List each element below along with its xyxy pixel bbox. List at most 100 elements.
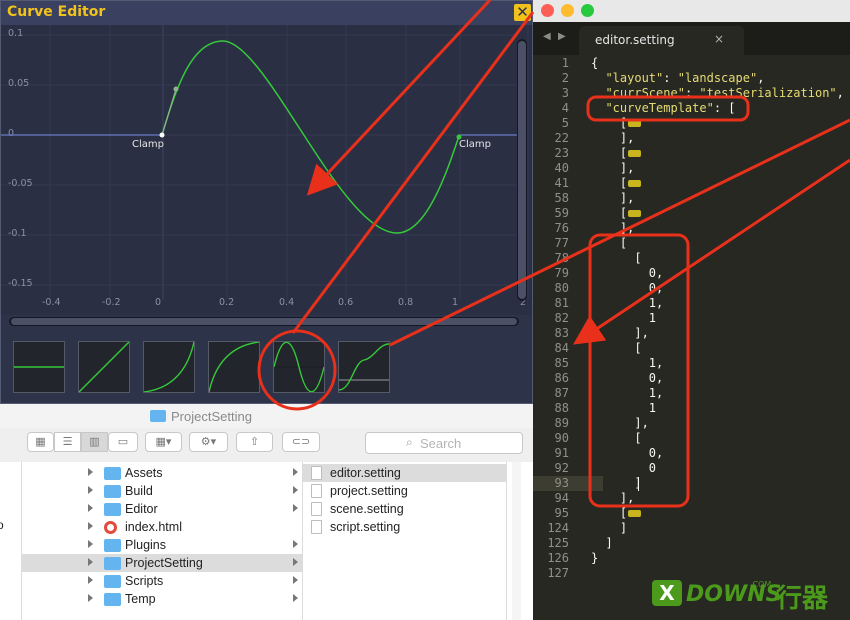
list-item[interactable]: Build (22, 482, 302, 500)
code-line[interactable]: [ (591, 341, 641, 356)
punctuation-token: : (684, 86, 700, 100)
code-line[interactable]: [ (591, 506, 642, 521)
back-arrow-icon[interactable]: ◀ (543, 31, 551, 42)
ease-in-preset[interactable] (143, 341, 195, 393)
code-line[interactable]: 1, (591, 356, 663, 371)
code-line[interactable]: [ (591, 251, 641, 266)
code-line[interactable]: { (591, 56, 598, 71)
list-item[interactable]: project.setting (303, 482, 506, 500)
code-line[interactable]: ] (591, 536, 612, 551)
folder-icon (104, 485, 121, 498)
code-line[interactable]: } (591, 551, 598, 566)
list-item[interactable]: editor.setting (303, 464, 506, 482)
code-line[interactable]: [ (591, 176, 642, 191)
sine-steep-preset[interactable] (338, 341, 390, 393)
fold-marker-icon[interactable] (628, 120, 642, 127)
zoom-window-button[interactable] (581, 4, 594, 17)
string-token: "currScene" (605, 86, 685, 100)
list-view-button[interactable]: ☰ (54, 432, 81, 452)
vertical-scrollbar[interactable] (517, 39, 527, 301)
line-number: 126 (547, 551, 569, 565)
horizontal-scroll-thumb[interactable] (11, 318, 517, 325)
punctuation-token: : [ (713, 101, 736, 115)
curve-plot-area[interactable]: 0.1 0.05 0 -0.05 -0.1 -0.15 -0.4 -0.2 0 0.2 0.4 0.… (1, 25, 532, 315)
column-view-icon: ▥ (89, 435, 100, 448)
tangent-handle[interactable] (173, 86, 179, 92)
code-line[interactable]: "layout": "landscape", (591, 71, 764, 86)
list-item[interactable]: Editor (22, 500, 302, 518)
code-line[interactable]: 0 (591, 461, 656, 476)
code-editor-titlebar[interactable] (533, 0, 850, 22)
code-line[interactable]: 1, (591, 296, 663, 311)
code-line[interactable]: "currScene": "testSerialization", (591, 86, 843, 101)
code-line[interactable]: ] (591, 521, 627, 536)
code-line[interactable]: ], (591, 221, 634, 236)
code-line[interactable]: ], (591, 326, 648, 341)
column-view-button[interactable]: ▥ (81, 432, 108, 452)
list-item[interactable]: Plugins (22, 536, 302, 554)
list-item[interactable]: Scripts (22, 572, 302, 590)
code-line[interactable]: 0, (591, 281, 663, 296)
keyframe-start[interactable] (159, 132, 165, 138)
ease-out-preset[interactable] (208, 341, 260, 393)
tab-editor-setting[interactable]: editor.setting × (579, 26, 744, 55)
tag-button[interactable]: ⊂⊃ (282, 432, 320, 452)
code-line[interactable]: [ (591, 146, 642, 161)
column-divider[interactable] (506, 462, 507, 620)
code-line[interactable]: 0, (591, 266, 663, 281)
code-line[interactable]: ], (591, 191, 634, 206)
list-item[interactable]: index.html (22, 518, 302, 536)
line-number: 41 (554, 176, 569, 190)
close-window-button[interactable] (541, 4, 554, 17)
code-line[interactable]: ] (591, 476, 641, 491)
constant-preset[interactable] (13, 341, 65, 393)
fold-marker-icon[interactable] (628, 150, 642, 157)
list-item[interactable]: script.setting (303, 518, 506, 536)
horizontal-scrollbar[interactable] (9, 317, 519, 326)
code-line[interactable]: 0, (591, 446, 663, 461)
code-line[interactable]: ], (591, 131, 634, 146)
item-label: Editor (125, 502, 158, 516)
minimize-window-button[interactable] (561, 4, 574, 17)
y-tick-label: -0.15 (8, 278, 33, 289)
line-number: 40 (554, 161, 569, 175)
code-line[interactable]: [ (591, 116, 642, 131)
fold-marker-icon[interactable] (628, 180, 642, 187)
list-item[interactable]: scene.setting (303, 500, 506, 518)
code-line[interactable]: "curveTemplate": [ (591, 101, 736, 116)
forward-arrow-icon[interactable]: ▶ (558, 31, 566, 42)
code-line[interactable]: ], (591, 416, 648, 431)
icon-view-button[interactable]: ▦ (27, 432, 54, 452)
finder-titlebar[interactable]: ProjectSetting (0, 404, 533, 428)
share-button[interactable]: ⇧ (236, 432, 273, 452)
code-line[interactable]: [ (591, 431, 641, 446)
list-item[interactable]: Assets (22, 464, 302, 482)
search-box[interactable]: ⌕ (365, 432, 523, 454)
code-line[interactable]: [ (591, 206, 642, 221)
vertical-scroll-thumb[interactable] (518, 41, 526, 299)
coverflow-view-button[interactable]: ▭ (108, 432, 138, 452)
sine-preset[interactable] (273, 341, 325, 393)
disclosure-arrow-icon (293, 504, 298, 512)
code-line[interactable]: ], (591, 161, 634, 176)
fold-marker-icon[interactable] (628, 210, 642, 217)
close-button[interactable]: ✕ (514, 4, 531, 21)
code-line[interactable]: 1 (591, 401, 656, 416)
code-line[interactable]: [ (591, 236, 627, 251)
arrange-button[interactable]: ▦▾ (145, 432, 182, 452)
code-line[interactable]: 0, (591, 371, 663, 386)
column-scrollbar[interactable] (512, 462, 521, 620)
linear-preset[interactable] (78, 341, 130, 393)
line-number: 58 (554, 191, 569, 205)
code-line[interactable]: 1, (591, 386, 663, 401)
action-button[interactable]: ⚙▾ (189, 432, 228, 452)
code-line[interactable]: 1 (591, 311, 656, 326)
search-input[interactable] (420, 435, 510, 451)
tab-close-icon[interactable]: × (714, 32, 724, 46)
curve-editor-titlebar[interactable]: Curve Editor ✕ (1, 1, 532, 25)
list-item[interactable]: ProjectSetting (22, 554, 302, 572)
disclosure-arrow-icon (293, 540, 298, 548)
fold-marker-icon[interactable] (628, 510, 642, 517)
code-line[interactable]: ], (591, 491, 634, 506)
list-item[interactable]: Temp (22, 590, 302, 608)
